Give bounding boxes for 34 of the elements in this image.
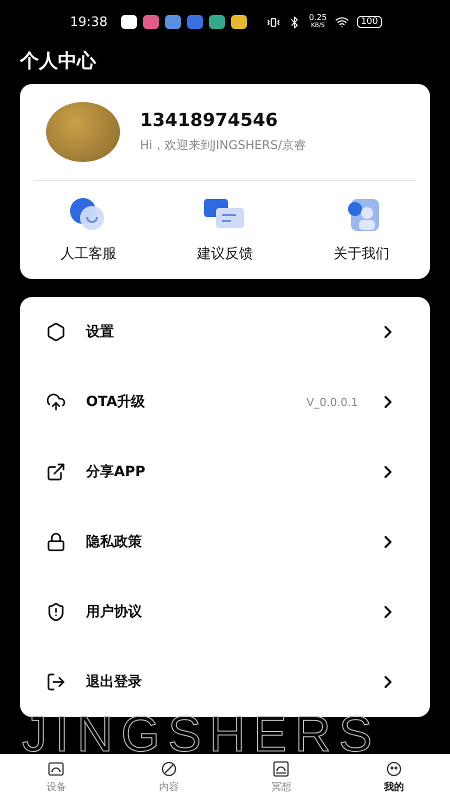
share-icon [46,462,66,482]
brand-backdrop: JINGSHERS [22,714,380,754]
battery-level: 100 [356,16,382,28]
vibrate-icon [267,16,280,28]
menu-item[interactable]: OTA升级 V_0.0.0.1 [20,367,430,437]
app-notification-icon [231,15,248,29]
app-notification-icon [209,15,226,29]
shortcut-button[interactable]: 关于我们 [293,195,430,263]
bluetooth-icon [288,16,301,28]
tab[interactable]: 冥想 [225,754,338,800]
tab[interactable]: 内容 [112,754,225,800]
device-icon [47,760,66,778]
monitor-icon [272,760,290,778]
smiley-icon [384,760,403,778]
app-notification-icon [187,15,204,29]
tab[interactable]: 我的 [338,754,450,800]
menu-item[interactable]: 设置 [20,297,430,367]
clock: 19:38 [70,14,108,30]
menu-item[interactable]: 退出登录 [20,647,430,717]
welcome-text: Hi，欢迎来到JINGSHERS/京睿 [140,137,306,154]
shortcut-button[interactable]: 人工客服 [20,195,157,263]
menu-item[interactable]: 分享APP [20,437,430,507]
shortcut-button[interactable]: 建议反馈 [156,195,294,263]
tab[interactable]: 设备 [0,754,112,800]
menu-item[interactable]: 隐私政策 [20,507,430,577]
wifi-icon [334,15,349,29]
network-speed: 0.25 [309,14,327,22]
page-title: 个人中心 [18,49,98,74]
app-notification-icon [165,15,182,29]
menu-item[interactable]: 用户协议 [20,577,430,647]
phone-number: 13418974546 [140,110,279,131]
app-notification-icon [121,15,138,29]
app-notification-icon [143,15,160,29]
settings-icon [46,322,66,342]
